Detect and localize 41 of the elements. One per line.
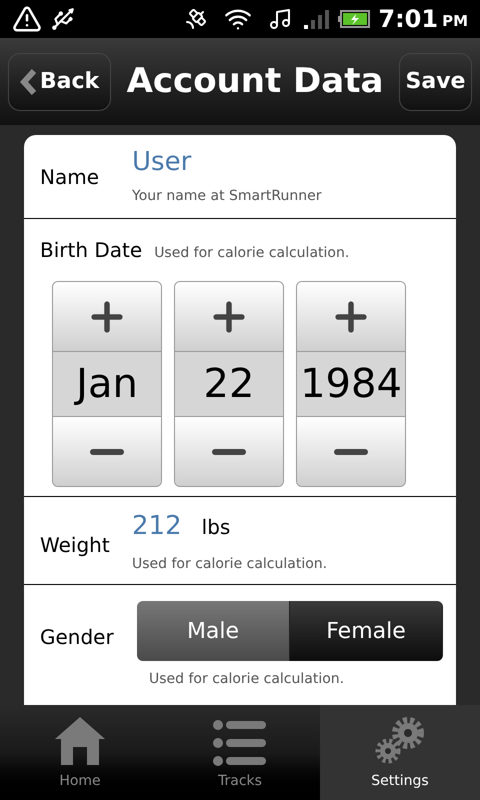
- usb-icon: [50, 6, 76, 32]
- decrement-button[interactable]: [53, 416, 161, 486]
- signal-icon: [304, 9, 330, 29]
- birth-date-label: Birth Date: [40, 237, 142, 264]
- name-label: Name: [40, 164, 100, 190]
- name-hint: Your name at SmartRunner: [132, 187, 322, 206]
- tab[interactable]: Home: [0, 705, 160, 800]
- birth-date-hint: Used for calorie calculation.: [154, 244, 350, 263]
- list-icon: [213, 719, 267, 767]
- minus-icon: [334, 448, 368, 454]
- chevron-left-icon: [20, 68, 36, 94]
- increment-button[interactable]: [297, 282, 405, 352]
- save-button[interactable]: Save: [399, 52, 472, 110]
- decrement-button[interactable]: [297, 416, 405, 486]
- tab[interactable]: Settings: [320, 705, 480, 800]
- minus-icon: [212, 448, 246, 454]
- gender-hint: Used for calorie calculation.: [149, 670, 346, 689]
- weight-hint: Used for calorie calculation.: [132, 554, 328, 574]
- increment-button[interactable]: [175, 282, 283, 352]
- weight-field[interactable]: 212: [132, 506, 182, 546]
- decrement-button[interactable]: [175, 416, 283, 486]
- back-button[interactable]: Back: [8, 52, 111, 110]
- gender-option[interactable]: Female: [290, 601, 443, 661]
- spinner-value: Jan: [53, 352, 161, 416]
- weight-label: Weight: [40, 532, 111, 558]
- minus-icon: [90, 448, 124, 454]
- spinner-value: 22: [175, 352, 283, 416]
- page-title: Account Data: [126, 60, 384, 103]
- tab[interactable]: Tracks: [160, 705, 320, 800]
- battery-icon: [338, 10, 370, 28]
- warning-icon: [12, 4, 42, 34]
- gender-label: Gender: [40, 624, 115, 651]
- clock-time: 7:01: [378, 4, 438, 35]
- satellite-icon: [184, 7, 208, 31]
- increment-button[interactable]: [53, 282, 161, 352]
- weight-unit: lbs: [202, 514, 230, 540]
- gender-option[interactable]: Male: [137, 601, 290, 661]
- music-icon: [268, 7, 292, 31]
- clock-ampm: PM: [442, 10, 468, 32]
- spinner-value: 1984: [297, 352, 405, 416]
- name-field[interactable]: User: [132, 146, 322, 178]
